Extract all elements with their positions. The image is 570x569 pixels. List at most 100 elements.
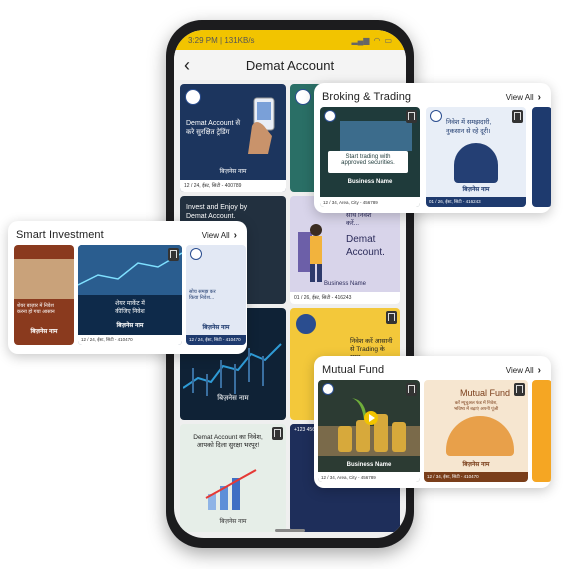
bookmark-icon[interactable] <box>406 110 417 123</box>
signal-icon: ▂▄▆ <box>351 35 370 45</box>
template-thumb[interactable] <box>532 380 551 482</box>
card-title: Mutual Fund <box>322 364 385 376</box>
thumb-photo-icon <box>14 259 74 299</box>
chevron-right-icon: › <box>233 229 237 241</box>
thumb-headline: शेयर मार्केट में कीजिए निवेश <box>115 301 145 315</box>
template-thumb[interactable]: Business Name 12 / 34, Area, City - 4567… <box>318 380 420 482</box>
logo-badge-icon <box>322 383 334 395</box>
person-illustration-icon <box>298 224 322 282</box>
couple-illustration-icon <box>446 416 514 456</box>
thumb-footer: 12 / 24, ईस्ट, सिटी - 410470 <box>186 335 246 345</box>
trading-screen-icon <box>340 121 412 151</box>
thumb-title: Mutual Fund <box>460 388 511 398</box>
tile-address: 12 / 24, ईस्ट, सिटी - 400789 <box>184 183 242 189</box>
status-time: 3:29 PM | 131KB/s <box>188 35 255 45</box>
mutual-fund-card: Mutual Fund View All › Business Name 12 … <box>314 356 551 488</box>
tile-brand: बिज़नेस नाम <box>219 518 247 525</box>
card-header: Broking & Trading View All › <box>314 83 551 107</box>
chevron-right-icon: › <box>537 364 541 376</box>
bookmark-icon[interactable] <box>168 248 179 261</box>
view-all-label: View All <box>505 365 534 375</box>
bookmark-icon[interactable] <box>272 427 283 440</box>
view-all-label: View All <box>201 230 230 240</box>
template-thumb[interactable]: सोच समझ कर किया निवेश... बिज़नेस नाम 12 … <box>186 245 246 345</box>
thumb-headline: Start trading with approved securities. <box>341 154 395 166</box>
chevron-right-icon: › <box>537 91 541 103</box>
smart-investment-card: Smart Investment View All › शेयर बाज़ार … <box>8 221 247 354</box>
thumb-headline: शेयर बाज़ार में निवेश करना हो गया आसान <box>17 303 55 315</box>
thumb-footer: 12 / 34, ईस्ट, सिटी - 410470 <box>424 472 528 482</box>
page-title: Demat Account <box>245 57 335 73</box>
status-icons: ▂▄▆ ◠ ▭ <box>351 36 392 45</box>
thumb-headline: सोच समझ कर किया निवेश... <box>189 289 216 301</box>
tile-headline: Demat Account का निवेश, आपको दिला सुरक्ष… <box>193 434 263 450</box>
investor-illustration-icon <box>454 143 498 183</box>
thumb-address: 12 / 34, ईस्ट, सिटी - 410470 <box>427 474 479 479</box>
logo-badge-icon <box>324 110 336 122</box>
thumb-text-box: Start trading with approved securities. <box>328 151 408 173</box>
view-all-label: View All <box>505 92 534 102</box>
thumb-address: 12 / 34, Area, City - 456789 <box>321 474 376 480</box>
template-tile[interactable]: Demat Account का निवेश, आपको दिला सुरक्ष… <box>180 424 286 532</box>
thumb-brand: बिज़नेस नाम <box>30 329 58 335</box>
bookmark-icon[interactable] <box>386 311 397 324</box>
status-bar: 3:29 PM | 131KB/s ▂▄▆ ◠ ▭ <box>174 30 406 50</box>
tile-big-title: Demat Account. <box>346 234 385 258</box>
thumb-footer: 12 / 34, Area, City - 456789 <box>318 472 420 482</box>
template-tile[interactable]: Demat Account से करे सुरक्षित ट्रेडिंग ब… <box>180 84 286 192</box>
bookmark-icon[interactable] <box>512 110 523 123</box>
view-all-link[interactable]: View All › <box>202 230 237 241</box>
tile-footer: 12 / 24, ईस्ट, सिटी - 400789 <box>180 180 286 192</box>
logo-badge-icon <box>295 89 311 105</box>
template-thumb[interactable]: Start trading with approved securities. … <box>320 107 420 207</box>
thumb-address: 12 / 24, ईस्ट, सिटी - 410470 <box>189 337 241 342</box>
hand-phone-icon <box>248 97 275 154</box>
view-all-link[interactable]: View All › <box>506 92 541 103</box>
back-arrow-icon[interactable]: ‹ <box>184 56 198 74</box>
tile-headline: Invest and Enjoy by Demat Account. <box>186 204 248 220</box>
thumb-brand: बिज़नेस नाम <box>462 187 490 193</box>
bookmark-icon[interactable] <box>406 383 417 396</box>
tile-brand: बिज़नेस नाम <box>217 395 249 403</box>
app-bar: ‹ Demat Account <box>174 50 406 80</box>
card-header: Mutual Fund View All › <box>314 356 551 380</box>
logo-badge-icon <box>190 248 202 260</box>
template-thumb[interactable] <box>532 107 551 207</box>
thumb-footer: 12 / 24, ईस्ट, सिटी - 410470 <box>78 335 182 345</box>
thumb-brand: बिज़नेस नाम <box>116 323 144 329</box>
coins-plant-icon <box>318 398 420 456</box>
card-title: Broking & Trading <box>322 91 412 103</box>
promo-stage: 3:29 PM | 131KB/s ▂▄▆ ◠ ▭ ‹ Demat Accoun… <box>0 0 570 569</box>
template-thumb[interactable]: शेयर मार्केट में कीजिए निवेश बिज़नेस नाम… <box>78 245 182 345</box>
template-thumb[interactable]: शेयर बाज़ार में निवेश करना हो गया आसान ब… <box>14 245 74 345</box>
thumb-address: 12 / 34, Area, City - 456789 <box>323 199 378 205</box>
thumb-brand: Business Name <box>318 462 420 468</box>
thumb-address: 12 / 24, ईस्ट, सिटी - 410470 <box>81 337 133 342</box>
bookmark-icon[interactable] <box>514 383 525 396</box>
tile-footer: 01 / 26, ईस्ट, सिटी - 416243 <box>290 292 400 304</box>
tile-brand: Business Name <box>323 280 367 287</box>
tile-address: 01 / 26, ईस्ट, सिटी - 416243 <box>294 295 352 301</box>
thumb-brand: बिज़नेस नाम <box>202 325 230 331</box>
logo-badge-icon <box>185 89 201 105</box>
broking-trading-card: Broking & Trading View All › Start tradi… <box>314 83 551 213</box>
home-indicator <box>275 529 305 532</box>
thumb-footer: 12 / 34, Area, City - 456789 <box>320 197 420 207</box>
logo-badge-icon <box>430 110 442 122</box>
view-all-link[interactable]: View All › <box>506 365 541 376</box>
battery-icon: ▭ <box>384 35 392 45</box>
template-carousel: Start trading with approved securities. … <box>314 107 551 207</box>
template-carousel: Business Name 12 / 34, Area, City - 4567… <box>314 380 551 482</box>
wifi-icon: ◠ <box>373 35 381 45</box>
card-header: Smart Investment View All › <box>8 221 247 245</box>
logo-badge-icon <box>296 314 316 334</box>
thumb-brand: बिज़नेस नाम <box>462 462 490 468</box>
template-thumb[interactable]: निवेश में समझदारी, नुकसान से रहे दूरी। ब… <box>426 107 526 207</box>
thumb-headline: करें म्यूचुअल फंड में निवेश, भविष्य में … <box>454 400 499 411</box>
template-carousel: शेयर बाज़ार में निवेश करना हो गया आसान ब… <box>8 245 247 345</box>
tile-brand: बिज़नेस नाम <box>219 168 247 175</box>
card-title: Smart Investment <box>16 229 104 241</box>
template-thumb[interactable]: Mutual Fund करें म्यूचुअल फंड में निवेश,… <box>424 380 528 482</box>
thumb-footer: 01 / 26, ईस्ट, सिटी - 416243 <box>426 197 526 207</box>
tile-headline: Demat Account से करे सुरक्षित ट्रेडिंग <box>186 120 241 136</box>
